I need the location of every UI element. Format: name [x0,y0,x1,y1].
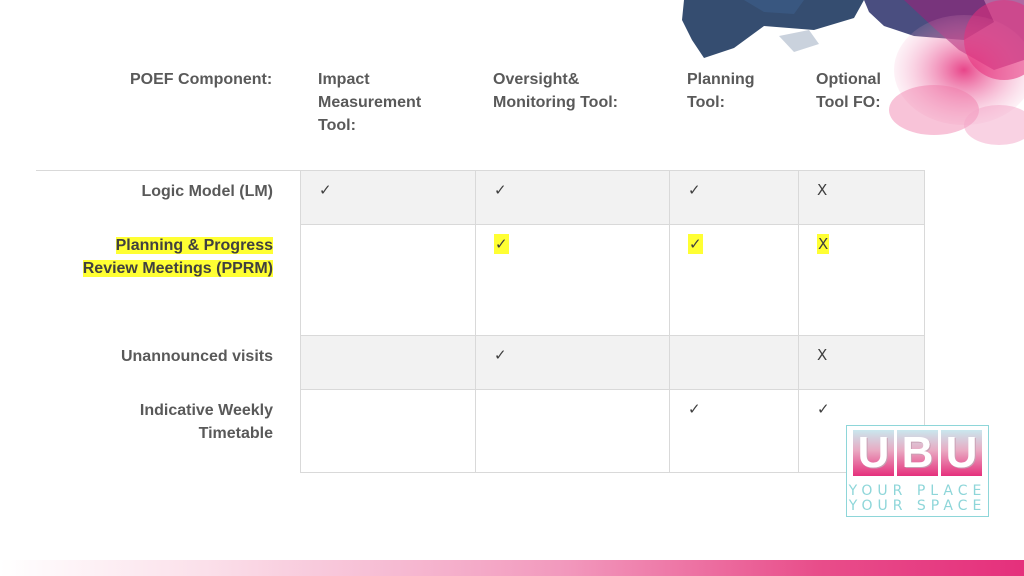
header-text-line: Measurement [318,94,422,111]
ubu-logo: U B U YOUR PLACE YOUR SPACE [846,425,989,517]
header-text-line: Impact [318,71,370,88]
bottom-gradient-bar [0,560,1024,576]
x-mark: X [817,181,828,199]
logo-letters: U B U [853,430,982,476]
logo-letter: B [897,430,938,476]
cell-optional: X [798,170,925,225]
header-text-line: Monitoring Tool: [493,94,618,111]
cell-impact [300,224,476,336]
table-row: ✓ ✓ ✓ X [300,170,925,225]
cell-planning [669,335,799,390]
row-label-line: Indicative Weekly [139,402,273,419]
header-oversight-monitoring-tool: Oversight& Monitoring Tool: [493,68,653,114]
cell-oversight: ✓ [475,335,670,390]
cell-planning: ✓ [669,389,799,473]
header-text-line: Tool FO: [816,94,881,111]
highlighted-label-line: Planning & Progress [115,237,273,254]
header-text-line: Oversight& [493,71,580,88]
header-planning-tool: Planning Tool: [687,68,787,114]
cell-oversight: ✓ [475,224,670,336]
cell-optional: X [798,224,925,336]
x-mark: X [817,234,830,254]
check-mark: ✓ [688,234,703,254]
check-mark: ✓ [688,400,701,418]
logo-tagline-line2: YOUR SPACE [848,498,987,514]
header-text-line: Tool: [687,94,725,111]
cell-oversight [475,389,670,473]
header-impact-measurement-tool: Impact Measurement Tool: [318,68,458,137]
logo-tagline-line1: YOUR PLACE [848,483,987,499]
logo-letter: U [853,430,894,476]
table-row: ✓ ✓ [300,389,925,473]
row-label-line: Timetable [198,425,273,442]
check-mark: ✓ [494,181,507,199]
row-label-line: Unannounced visits [120,348,273,365]
table-row: ✓ X [300,335,925,390]
row-label-unannounced-visits: Unannounced visits [121,345,273,368]
poef-tool-matrix: ✓ ✓ ✓ X ✓ ✓ X ✓ X ✓ ✓ [300,170,925,473]
table-row: ✓ ✓ X [300,224,925,336]
header-text-line: Optional [816,71,881,88]
row-label-logic-model: Logic Model (LM) [141,180,273,203]
logo-letter: U [941,430,982,476]
header-text-line: Planning [687,71,755,88]
header-optional-tool-fo: Optional Tool FO: [816,68,916,114]
check-mark: ✓ [817,400,830,418]
cell-planning: ✓ [669,170,799,225]
header-text-line: Tool: [318,117,356,134]
cell-optional: X [798,335,925,390]
check-mark: ✓ [494,234,509,254]
highlighted-label-line: Review Meetings (PPRM) [82,260,273,277]
row-label-weekly-timetable: Indicative Weekly Timetable [140,399,273,445]
cell-impact [300,335,476,390]
row-label-line: Logic Model (LM) [141,183,273,200]
header-poef-component: POEF Component: [130,71,273,88]
cell-oversight: ✓ [475,170,670,225]
cell-impact [300,389,476,473]
row-label-pprm: Planning & Progress Review Meetings (PPR… [82,234,273,280]
cell-planning: ✓ [669,224,799,336]
x-mark: X [817,346,828,364]
check-mark: ✓ [688,181,701,199]
check-mark: ✓ [319,181,332,199]
cell-impact: ✓ [300,170,476,225]
check-mark: ✓ [494,346,507,364]
